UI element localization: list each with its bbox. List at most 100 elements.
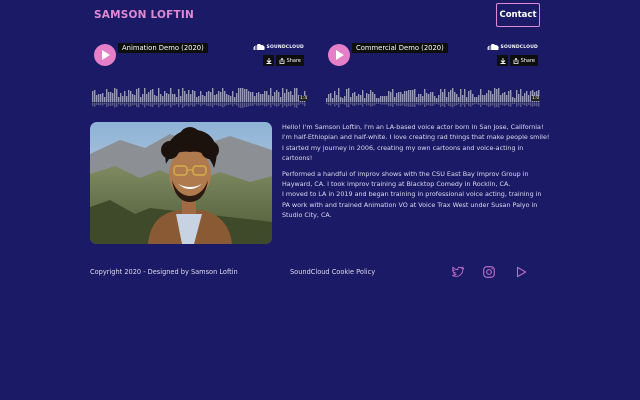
waveform-bar <box>454 92 456 102</box>
waveform-bar <box>474 97 476 102</box>
twitter-link[interactable] <box>450 264 465 278</box>
waveform-reflection <box>442 102 444 106</box>
waveform-reflection <box>230 102 232 105</box>
play-button[interactable] <box>94 44 116 66</box>
waveform-bar <box>144 88 146 102</box>
contact-button[interactable]: Contact <box>496 3 540 27</box>
waveform-reflection <box>364 102 366 104</box>
waveform-reflection <box>98 102 100 106</box>
waveform-bar <box>494 88 496 102</box>
waveform-reflection <box>200 102 202 107</box>
waveform-bar <box>288 92 290 102</box>
download-button[interactable] <box>263 55 274 66</box>
waveform-bar <box>92 91 94 102</box>
waveform-bar <box>104 97 106 102</box>
waveform-bar <box>490 91 492 102</box>
waveform[interactable] <box>92 88 308 108</box>
waveform-bar <box>106 89 108 102</box>
waveform-reflection <box>206 102 208 106</box>
waveform-bar <box>120 93 122 102</box>
soundcloud-logo[interactable]: SOUNDCLOUD <box>252 44 304 50</box>
instagram-link[interactable] <box>482 264 496 278</box>
track-title[interactable]: Animation Demo (2020) <box>118 43 208 53</box>
waveform-reflection <box>366 102 368 106</box>
waveform-bar <box>424 89 426 102</box>
waveform-bar <box>176 97 178 102</box>
waveform-bar <box>122 96 124 102</box>
waveform-reflection <box>170 102 172 108</box>
play-icon <box>101 50 110 60</box>
waveform-reflection <box>536 102 538 107</box>
waveform-reflection <box>280 102 282 105</box>
waveform-bar <box>410 90 412 102</box>
brand-title[interactable]: SAMSON LOFTIN <box>94 9 194 21</box>
waveform-bar <box>456 94 458 102</box>
waveform-bar <box>518 94 520 102</box>
waveform-bar <box>224 91 226 102</box>
waveform-reflection <box>222 102 224 108</box>
waveform-bar <box>464 89 466 102</box>
play-button[interactable] <box>328 44 350 66</box>
waveform-bar <box>220 92 222 102</box>
waveform-bar <box>170 88 172 102</box>
waveform-reflection <box>498 102 500 108</box>
waveform-reflection <box>104 102 106 105</box>
waveform-bar <box>138 88 140 102</box>
waveform-bar <box>134 95 136 102</box>
cookie-policy-link[interactable]: SoundCloud Cookie Policy <box>290 268 375 276</box>
waveform-bar <box>292 95 294 102</box>
waveform-bar <box>382 96 384 102</box>
waveform-reflection <box>216 102 218 106</box>
waveform[interactable] <box>326 88 542 108</box>
waveform-reflection <box>124 102 126 107</box>
waveform-reflection <box>508 102 510 107</box>
waveform-reflection <box>440 102 442 107</box>
waveform-bar <box>336 95 338 102</box>
waveform-reflection <box>526 102 528 107</box>
waveform-reflection <box>398 102 400 106</box>
soundcloud-label: SOUNDCLOUD <box>500 44 538 50</box>
waveform-bar <box>212 88 214 102</box>
waveform-bar <box>100 94 102 102</box>
download-button[interactable] <box>497 55 508 66</box>
waveform-reflection <box>402 102 404 106</box>
demo-play-link[interactable] <box>514 264 528 278</box>
waveform-bar <box>524 93 526 102</box>
waveform-reflection <box>326 102 328 104</box>
waveform-reflection <box>534 102 536 106</box>
waveform-reflection <box>146 102 148 106</box>
waveform-reflection <box>518 102 520 106</box>
waveform-bar <box>136 89 138 102</box>
waveform-bar <box>472 94 474 102</box>
track-title[interactable]: Commercial Demo (2020) <box>352 43 448 53</box>
waveform-reflection <box>458 102 460 105</box>
share-label: Share <box>286 57 301 64</box>
waveform-reflection <box>148 102 150 106</box>
waveform-reflection <box>302 102 304 105</box>
waveform-bar <box>244 89 246 102</box>
waveform-reflection <box>92 102 94 107</box>
waveform-reflection <box>426 102 428 106</box>
waveform-bar <box>356 96 358 102</box>
soundcloud-logo[interactable]: SOUNDCLOUD <box>486 44 538 50</box>
waveform-reflection <box>404 102 406 107</box>
waveform-reflection <box>166 102 168 106</box>
waveform-bar <box>294 88 296 102</box>
waveform-bar <box>146 94 148 102</box>
waveform-reflection <box>158 102 160 108</box>
share-button[interactable]: Share <box>275 55 304 66</box>
waveform-reflection <box>106 102 108 107</box>
share-button[interactable]: Share <box>509 55 538 66</box>
waveform-reflection <box>362 102 364 107</box>
share-icon <box>513 57 518 64</box>
waveform-reflection <box>250 102 252 106</box>
waveform-bar <box>420 94 422 102</box>
waveform-bar <box>236 93 238 102</box>
waveform-reflection <box>416 102 418 105</box>
waveform-reflection <box>386 102 388 105</box>
waveform-bar <box>440 89 442 102</box>
waveform-bar <box>384 96 386 102</box>
waveform-reflection <box>266 102 268 107</box>
waveform-bar <box>400 92 402 102</box>
waveform-reflection <box>262 102 264 106</box>
